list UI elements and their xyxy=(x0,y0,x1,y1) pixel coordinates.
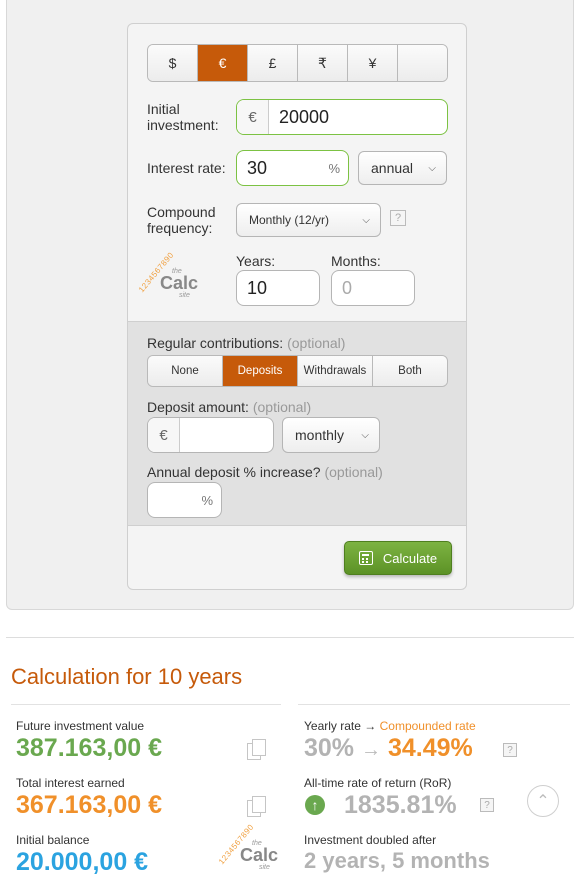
interest-rate-value: 30 xyxy=(247,157,268,178)
currency-usd-button[interactable]: $ xyxy=(148,45,198,81)
results-rule-left xyxy=(11,704,281,705)
euro-prefix: € xyxy=(237,100,269,134)
ror-label: All-time rate of return (RoR) xyxy=(304,776,452,790)
initial-balance-value: 20.000,00 € xyxy=(16,848,149,876)
initial-investment-value: 20000 xyxy=(279,106,330,127)
doubled-label: Investment doubled after xyxy=(304,833,437,847)
contribution-both-button[interactable]: Both xyxy=(373,356,447,386)
calculator-panel: $ € £ ₹ ¥ Initial investment: € 20000 In… xyxy=(6,0,574,610)
currency-eur-button[interactable]: € xyxy=(198,45,248,81)
results-title: Calculation for 10 years xyxy=(11,664,243,689)
contribution-deposits-button[interactable]: Deposits xyxy=(223,356,298,386)
initial-investment-label: Initial investment: xyxy=(147,101,219,133)
percent-suffix: % xyxy=(201,492,213,508)
annual-increase-field[interactable]: % xyxy=(147,482,222,518)
chevron-down-icon: ⌵ xyxy=(361,429,369,441)
contribution-withdrawals-button[interactable]: Withdrawals xyxy=(298,356,373,386)
section-divider xyxy=(6,637,574,638)
calculate-label: Calculate xyxy=(382,550,438,566)
deposit-amount-field[interactable]: € xyxy=(147,417,274,453)
deposit-amount-label: Deposit amount: (optional) xyxy=(147,399,312,415)
initial-balance-label: Initial balance xyxy=(16,833,90,847)
help-icon[interactable]: ? xyxy=(503,743,517,757)
copy-icon[interactable] xyxy=(247,796,266,817)
years-label: Years: xyxy=(236,253,276,269)
years-field[interactable]: 10 xyxy=(236,270,320,306)
currency-selector: $ € £ ₹ ¥ xyxy=(147,44,448,82)
scroll-to-top-button[interactable]: ⌃ xyxy=(527,785,559,817)
results-rule-right xyxy=(298,704,570,705)
chevron-down-icon: ⌵ xyxy=(362,214,370,226)
rate-period-value: annual xyxy=(371,160,414,176)
contribution-type-selector: None Deposits Withdrawals Both xyxy=(147,355,448,387)
initial-investment-field[interactable]: € 20000 xyxy=(236,99,448,135)
rates-row: 30% → 34.49% xyxy=(304,734,473,763)
future-value-label: Future investment value xyxy=(16,719,145,733)
interest-rate-label: Interest rate: xyxy=(147,160,226,176)
calc-site-logo: 1234567890 the Calc site xyxy=(136,250,199,299)
arrow-up-icon: ↑ xyxy=(305,795,325,815)
copy-icon[interactable] xyxy=(247,739,266,760)
calculate-button[interactable]: Calculate xyxy=(344,541,452,575)
regular-contributions-section: Regular contributions: (optional) None D… xyxy=(128,321,466,526)
currency-jpy-button[interactable]: ¥ xyxy=(348,45,398,81)
years-value: 10 xyxy=(247,277,268,298)
compounded-rate-value: 34.49% xyxy=(387,734,473,762)
percent-suffix: % xyxy=(328,160,340,176)
rate-period-select[interactable]: annual ⌵ xyxy=(358,151,447,185)
arrow-right-icon: → xyxy=(361,739,381,761)
compound-frequency-select[interactable]: Monthly (12/yr) ⌵ xyxy=(236,203,381,237)
regular-contributions-label: Regular contributions: (optional) xyxy=(147,335,346,351)
future-value: 387.163,00 € xyxy=(16,734,162,762)
help-icon[interactable]: ? xyxy=(480,798,494,812)
interest-rate-field[interactable]: 30 % xyxy=(236,150,349,186)
currency-inr-button[interactable]: ₹ xyxy=(298,45,348,81)
compound-frequency-value: Monthly (12/yr) xyxy=(249,213,330,227)
annual-increase-label: Annual deposit % increase? (optional) xyxy=(147,464,383,480)
calculator-icon xyxy=(358,551,373,565)
yearly-rate-heading: Yearly rate → Compounded rate xyxy=(304,719,476,733)
euro-prefix: € xyxy=(148,418,180,452)
currency-blank-button[interactable] xyxy=(398,45,447,81)
doubled-value: 2 years, 5 months xyxy=(304,848,490,873)
currency-gbp-button[interactable]: £ xyxy=(248,45,298,81)
months-placeholder: 0 xyxy=(342,277,353,298)
ror-value: 1835.81% xyxy=(344,791,457,819)
yearly-rate-value: 30% xyxy=(304,734,355,762)
deposit-period-value: monthly xyxy=(295,427,345,443)
compound-frequency-label: Compound frequency: xyxy=(147,204,216,236)
chevron-down-icon: ⌵ xyxy=(428,162,436,174)
calc-site-logo: 1234567890 the Calc site xyxy=(216,822,279,871)
calculator-form: $ € £ ₹ ¥ Initial investment: € 20000 In… xyxy=(127,23,467,590)
deposit-period-select[interactable]: monthly ⌵ xyxy=(282,417,380,453)
contribution-none-button[interactable]: None xyxy=(148,356,223,386)
chevron-up-icon: ⌃ xyxy=(536,793,550,810)
help-icon[interactable]: ? xyxy=(390,210,406,226)
total-interest-label: Total interest earned xyxy=(16,776,125,790)
months-field[interactable]: 0 xyxy=(331,270,415,306)
months-label: Months: xyxy=(331,253,381,269)
total-interest-value: 367.163,00 € xyxy=(16,791,162,819)
